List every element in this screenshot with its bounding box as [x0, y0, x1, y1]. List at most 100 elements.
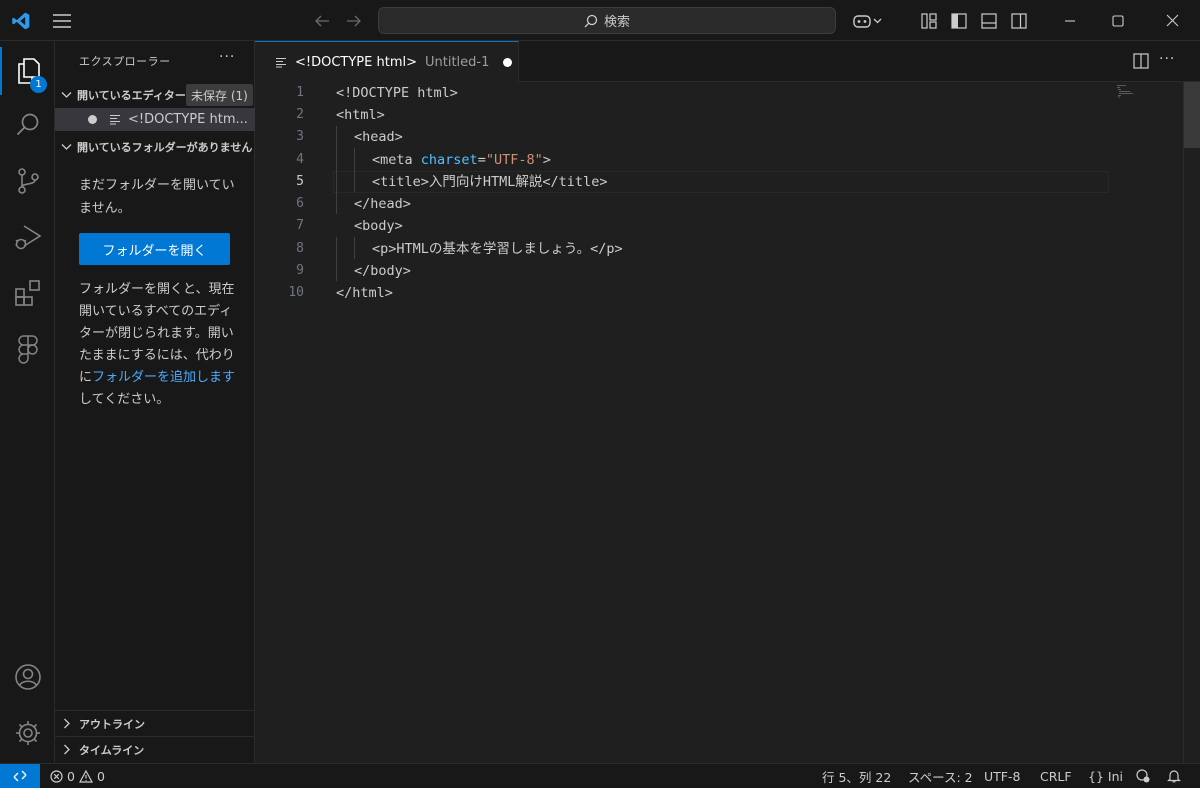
run-debug-icon[interactable]: [0, 213, 55, 261]
code-line-8: <p>HTMLの基本を学習しましょう。</p>: [372, 238, 623, 260]
problems-indicator[interactable]: 0 0: [50, 764, 105, 788]
code-token: <p>: [372, 241, 397, 257]
code-editor[interactable]: 1 2 3 4 5 6 7 8 9 10 <!DOCTYPE html> <ht…: [255, 82, 1183, 763]
source-control-icon[interactable]: [0, 157, 55, 205]
remote-indicator-icon[interactable]: [0, 764, 40, 788]
line-number: 8: [296, 241, 304, 256]
code-token: <title>: [372, 174, 429, 190]
line-number: 3: [296, 129, 304, 144]
vertical-scrollbar[interactable]: [1183, 82, 1200, 763]
activity-bar: 1: [0, 41, 55, 763]
timeline-label: タイムライン: [79, 743, 145, 757]
tab-title: <!DOCTYPE html>: [295, 54, 417, 70]
split-editor-icon[interactable]: [1133, 53, 1149, 73]
indent-guide: [354, 148, 355, 192]
no-folder-message: まだフォルダーを開いていません。: [79, 178, 235, 216]
indent-guide: [336, 126, 337, 214]
indent-guide: [354, 237, 355, 259]
code-token: <body>: [354, 218, 403, 234]
search-label: 検索: [603, 15, 630, 30]
menu-icon[interactable]: [46, 0, 78, 41]
code-token: <head>: [354, 129, 403, 145]
toggle-panel-icon[interactable]: [978, 0, 1000, 41]
code-line-6: </head>: [354, 193, 411, 215]
line-number: 6: [296, 196, 304, 211]
status-bar: 0 0 行 5、列 22 スペース: 2 UTF-8 CRLF {} Ini: [0, 763, 1200, 788]
copilot-status-icon[interactable]: [1135, 764, 1150, 788]
line-number: 9: [296, 263, 304, 278]
line-number: 1: [296, 85, 304, 100]
help-text-after: してください。: [79, 392, 170, 407]
copilot-icon[interactable]: [848, 0, 888, 41]
warning-icon: [78, 769, 93, 783]
code-token: </title>: [542, 174, 608, 190]
open-editor-item[interactable]: <!DOCTYPE htm...: [55, 108, 255, 131]
sidebar-title: エクスプローラー: [79, 55, 171, 68]
minimap[interactable]: [1116, 84, 1144, 98]
language-mode[interactable]: {} Ini: [1088, 764, 1123, 788]
add-folder-link[interactable]: フォルダーを追加します: [92, 370, 235, 385]
code-token: =: [477, 152, 486, 168]
no-folder-header[interactable]: 開いているフォルダーがありません: [55, 136, 255, 158]
braces-icon: {}: [1088, 768, 1104, 784]
code-line-7: <body>: [354, 215, 403, 237]
close-icon[interactable]: [1150, 0, 1194, 41]
outline-header[interactable]: アウトライン: [55, 710, 255, 736]
command-center-search[interactable]: 検索: [378, 7, 836, 34]
line-number: 2: [296, 107, 304, 122]
line-number: 10: [288, 285, 304, 300]
line-number: 4: [296, 152, 304, 167]
toggle-primary-sidebar-icon[interactable]: [948, 0, 970, 41]
code-line-4: <meta charset="UTF-8">: [372, 149, 551, 171]
vscode-logo-icon: [6, 0, 36, 41]
manage-gear-icon[interactable]: [0, 709, 55, 757]
code-token: </head>: [354, 196, 411, 212]
figma-icon[interactable]: [0, 325, 55, 373]
more-actions-icon[interactable]: ···: [219, 49, 235, 65]
outline-label: アウトライン: [79, 717, 145, 731]
file-lines-icon: [275, 57, 287, 68]
editor-tab[interactable]: <!DOCTYPE html> Untitled-1: [255, 41, 519, 82]
chevron-right-icon: [55, 744, 79, 755]
maximize-icon[interactable]: [1096, 0, 1140, 41]
code-token: <meta: [372, 152, 421, 168]
toggle-secondary-sidebar-icon[interactable]: [1008, 0, 1030, 41]
explorer-badge: 1: [30, 76, 47, 93]
notifications-bell-icon[interactable]: [1167, 764, 1181, 788]
code-token: <!DOCTYPE html>: [336, 85, 458, 101]
code-line-9: </body>: [354, 260, 411, 282]
code-text: HTMLの基本を学習しましょう。: [396, 241, 591, 257]
open-editor-label: <!DOCTYPE htm...: [128, 112, 248, 127]
language-label: Ini: [1107, 768, 1123, 784]
back-arrow-icon[interactable]: [310, 0, 334, 41]
eol-setting[interactable]: CRLF: [1040, 764, 1072, 788]
encoding-setting[interactable]: UTF-8: [984, 764, 1020, 788]
file-lines-icon: [109, 114, 121, 125]
unsaved-count-badge: 未保存 (1): [186, 84, 253, 106]
tab-description: Untitled-1: [425, 54, 490, 70]
line-number: 5: [296, 174, 304, 189]
accounts-icon[interactable]: [0, 653, 55, 701]
dirty-dot-icon: [88, 115, 97, 124]
timeline-header[interactable]: タイムライン: [55, 736, 255, 762]
open-folder-button[interactable]: フォルダーを開く: [79, 233, 230, 265]
search-view-icon[interactable]: [0, 101, 55, 149]
editor-more-actions-icon[interactable]: ···: [1159, 51, 1175, 67]
unsaved-dot-icon[interactable]: [503, 57, 513, 67]
code-token: <html>: [336, 107, 385, 123]
customize-layout-icon[interactable]: [918, 0, 940, 41]
title-bar: 検索: [0, 0, 1200, 41]
code-line-5: <title>入門向けHTML解説</title>: [372, 171, 607, 193]
code-attr: charset: [420, 152, 478, 168]
extensions-icon[interactable]: [0, 269, 55, 317]
error-icon: [50, 769, 63, 783]
cursor-position[interactable]: 行 5、列 22: [822, 764, 891, 788]
minimize-icon[interactable]: [1048, 0, 1092, 41]
indentation-setting[interactable]: スペース: 2: [908, 764, 973, 788]
editor-tab-bar: <!DOCTYPE html> Untitled-1 ···: [255, 41, 1200, 82]
scrollbar-thumb[interactable]: [1184, 82, 1200, 148]
no-folder-label: 開いているフォルダーがありません: [77, 141, 253, 154]
code-line-3: <head>: [354, 126, 403, 148]
explorer-icon[interactable]: 1: [0, 47, 55, 95]
forward-arrow-icon[interactable]: [342, 0, 366, 41]
